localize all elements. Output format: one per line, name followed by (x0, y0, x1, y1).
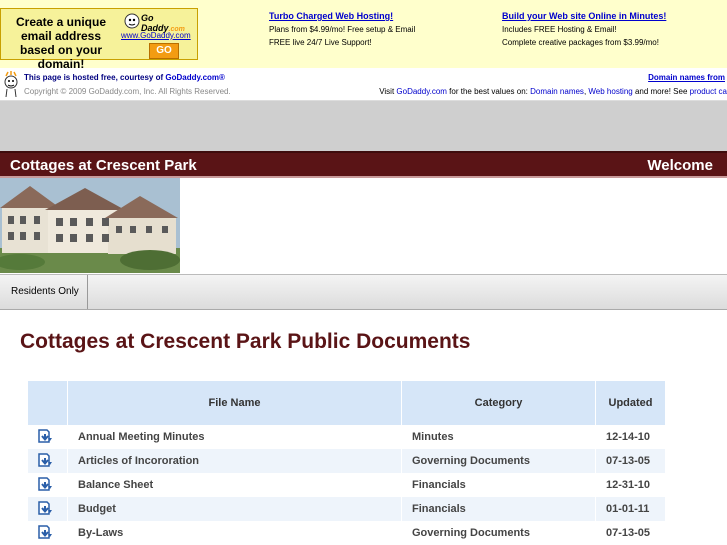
godaddy-link[interactable]: GoDaddy.com® (165, 73, 225, 82)
updated-cell: 07-13-05 (595, 521, 666, 545)
row-icon-cell[interactable] (28, 473, 68, 497)
domain-names-promo-link[interactable]: Domain names (530, 87, 584, 96)
category-cell: Financials (401, 473, 596, 497)
hosting-bar: This page is hosted free, courtesy of Go… (0, 68, 727, 101)
welcome-text: Welcome (647, 157, 713, 174)
file-name-cell[interactable]: Budget (67, 497, 402, 521)
download-document-icon[interactable] (38, 428, 53, 443)
download-document-icon[interactable] (38, 524, 53, 539)
ad-hosting-link[interactable]: Turbo Charged Web Hosting! (269, 10, 415, 23)
values-text: for the best values on: (446, 87, 531, 96)
page-title: Cottages at Crescent Park Public Documen… (20, 330, 471, 353)
file-name-cell[interactable]: Balance Sheet (67, 473, 402, 497)
ad-banner: Create a unique email address based on y… (0, 0, 727, 71)
download-document-icon[interactable] (38, 476, 53, 491)
table-row[interactable]: By-Laws Governing Documents 07-13-05 (28, 521, 666, 545)
visit-promo: Visit GoDaddy.com for the best values on… (379, 87, 727, 96)
ad-hosting-column: Turbo Charged Web Hosting! Plans from $4… (269, 10, 415, 49)
row-icon-cell[interactable] (28, 521, 68, 545)
godaddy-mascot-icon (2, 70, 20, 98)
category-cell: Financials (401, 497, 596, 521)
updated-cell: 12-31-10 (595, 473, 666, 497)
file-name-cell[interactable]: By-Laws (67, 521, 402, 545)
category-cell: Governing Documents (401, 449, 596, 473)
file-name-cell[interactable]: Annual Meeting Minutes (67, 425, 402, 449)
table-row[interactable]: Articles of Incororation Governing Docum… (28, 449, 666, 473)
ad-go-button[interactable]: GO (149, 43, 179, 59)
see-text: and more! See (632, 87, 690, 96)
ad-website-link[interactable]: Build your Web site Online in Minutes! (502, 10, 666, 23)
main-nav: Residents Only (0, 274, 727, 310)
web-hosting-link[interactable]: Web hosting (588, 87, 632, 96)
updated-header[interactable]: Updated (595, 381, 666, 425)
updated-cell: 01-01-11 (595, 497, 666, 521)
ad-logo-text: Go Daddy (141, 13, 169, 33)
nav-residents-only[interactable]: Residents Only (0, 275, 88, 309)
documents-table: File Name Category Updated Annual Meetin… (28, 381, 666, 545)
community-photo (0, 178, 180, 273)
category-cell: Minutes (401, 425, 596, 449)
ad-email-text: Create a unique email address based on y… (15, 15, 107, 71)
file-name-header[interactable]: File Name (67, 381, 402, 425)
table-row[interactable]: Budget Financials 01-01-11 (28, 497, 666, 521)
ad-website-line2: Complete creative packages from $3.99/mo… (502, 38, 659, 47)
header-gray-strip (0, 101, 727, 151)
hosted-notice-text: This page is hosted free, courtesy of (24, 73, 166, 82)
row-icon-cell[interactable] (28, 425, 68, 449)
icon-column-header (28, 381, 68, 425)
table-row[interactable]: Balance Sheet Financials 12-31-10 (28, 473, 666, 497)
site-title-bar: Cottages at Crescent Park Welcome (0, 151, 727, 178)
visit-godaddy-link[interactable]: GoDaddy.com (396, 87, 447, 96)
category-cell: Governing Documents (401, 521, 596, 545)
copyright-text: Copyright © 2009 GoDaddy.com, Inc. All R… (24, 87, 231, 96)
hosted-notice: This page is hosted free, courtesy of Go… (24, 73, 225, 82)
download-document-icon[interactable] (38, 500, 53, 515)
row-icon-cell[interactable] (28, 497, 68, 521)
file-name-cell[interactable]: Articles of Incororation (67, 449, 402, 473)
product-catalog-link[interactable]: product ca (690, 87, 727, 96)
domain-names-link[interactable]: Domain names from (648, 73, 725, 82)
ad-email-box[interactable]: Create a unique email address based on y… (0, 8, 198, 71)
download-document-icon[interactable] (38, 452, 53, 467)
main-content: Cottages at Crescent Park Public Documen… (0, 310, 727, 545)
ad-hosting-line2: FREE live 24/7 Live Support! (269, 38, 372, 47)
row-icon-cell[interactable] (28, 449, 68, 473)
site-title: Cottages at Crescent Park (10, 157, 197, 174)
table-header-row: File Name Category Updated (28, 381, 666, 425)
ad-url-link[interactable]: www.GoDaddy.com (121, 31, 191, 40)
updated-cell: 12-14-10 (595, 425, 666, 449)
visit-text: Visit (379, 87, 397, 96)
table-row[interactable]: Annual Meeting Minutes Minutes 12-14-10 (28, 425, 666, 449)
ad-website-column: Build your Web site Online in Minutes! I… (502, 10, 666, 49)
category-header[interactable]: Category (401, 381, 596, 425)
ad-website-line1: Includes FREE Hosting & Email! (502, 25, 617, 34)
ad-hosting-line1: Plans from $4.99/mo! Free setup & Email (269, 25, 416, 34)
updated-cell: 07-13-05 (595, 449, 666, 473)
